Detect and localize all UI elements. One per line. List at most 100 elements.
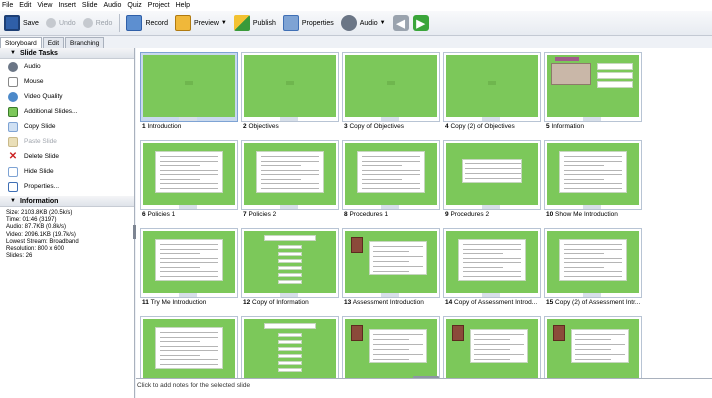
task-video-quality[interactable]: Video Quality xyxy=(0,89,134,104)
undo-button[interactable]: Undo xyxy=(45,18,76,28)
table-line xyxy=(465,178,521,179)
thumbnail-frame xyxy=(443,52,541,122)
slide-thumbnail[interactable]: 15 Copy (2) of Assessment Intr... xyxy=(544,228,642,310)
menu-quiz[interactable]: Quiz xyxy=(127,2,141,9)
menu-help[interactable]: Help xyxy=(176,2,190,9)
slide-label: 15 Copy (2) of Assessment Intr... xyxy=(546,299,642,306)
task-properties[interactable]: Properties... xyxy=(0,179,134,194)
properties-button[interactable]: Properties xyxy=(282,15,334,31)
slide-thumbnail[interactable]: 4 Copy (2) of Objectives xyxy=(443,52,541,134)
text-line xyxy=(564,271,622,272)
slide-label: 7 Policies 2 xyxy=(243,211,339,218)
menu-view[interactable]: View xyxy=(37,2,52,9)
tab-edit[interactable]: Edit xyxy=(42,37,64,48)
slide-tasks-header[interactable]: ▼ Slide Tasks xyxy=(0,48,134,59)
slide-text-box xyxy=(155,151,223,193)
slide-preview xyxy=(345,231,437,293)
task-paste-slide[interactable]: Paste Slide xyxy=(0,134,134,149)
slide-preview xyxy=(345,143,437,205)
slide-preview xyxy=(446,319,538,381)
task-additional-slides[interactable]: Additional Slides... xyxy=(0,104,134,119)
slide-label: 11 Try Me Introduction xyxy=(142,299,238,306)
slide-label: 1 Introduction xyxy=(142,123,238,130)
info-line: Size: 2103.8KB (20.5k/s) xyxy=(6,210,73,216)
toolbar-separator xyxy=(119,14,121,32)
slide-thumbnail[interactable]: 9 Procedures 2 xyxy=(443,140,541,222)
save-label: Save xyxy=(23,19,39,27)
info-line: Time: 01:46 (3197) xyxy=(6,217,57,224)
slide-thumbnail[interactable]: 13 Assessment Introduction xyxy=(342,228,440,310)
slide-thumbnail[interactable]: 5 Information xyxy=(544,52,642,134)
text-line xyxy=(373,334,423,335)
slide-nav-bar xyxy=(381,205,399,209)
slide-tasks-title: Slide Tasks xyxy=(19,49,58,57)
audio-button[interactable]: Audio ▼ xyxy=(340,15,386,31)
record-button[interactable]: Record xyxy=(126,15,168,31)
slide-text-box xyxy=(369,241,427,275)
slide-notes-field[interactable]: Click to add notes for the selected slid… xyxy=(136,378,712,398)
forward-arrow-icon[interactable]: ▶ xyxy=(412,15,429,31)
text-line xyxy=(160,187,218,189)
slide-thumbnail[interactable]: 14 Copy of Assessment Introd... xyxy=(443,228,541,310)
slide-text-box xyxy=(155,327,223,369)
slide-thumbnail[interactable]: 7 Policies 2 xyxy=(241,140,339,222)
slide-number: 2 xyxy=(243,123,247,130)
task-delete-slide[interactable]: ✕ Delete Slide xyxy=(0,149,134,164)
slide-thumbnail[interactable]: 12 Copy of Information xyxy=(241,228,339,310)
slide-thumbnail[interactable]: 6 Policies 1 xyxy=(140,140,238,222)
view-tabs: Storyboard Edit Branching xyxy=(0,37,105,48)
task-copy-slide[interactable]: Copy Slide xyxy=(0,119,134,134)
menu-item-box xyxy=(278,266,302,270)
slide-thumbnail[interactable]: 1 Introduction xyxy=(140,52,238,134)
task-hide-slide[interactable]: Hide Slide xyxy=(0,164,134,179)
text-line xyxy=(373,251,409,252)
tab-storyboard[interactable]: Storyboard xyxy=(0,37,42,48)
menu-insert[interactable]: Insert xyxy=(58,2,76,9)
slide-thumbnail[interactable]: 2 Objectives xyxy=(241,52,339,134)
save-button[interactable]: Save xyxy=(4,15,39,31)
text-line xyxy=(463,257,521,259)
menu-item-box xyxy=(278,245,302,249)
thumbnail-frame xyxy=(544,140,642,210)
information-header[interactable]: ▼ Information xyxy=(0,196,134,207)
thumbnail-frame xyxy=(241,228,339,298)
preview-icon xyxy=(175,15,192,31)
redo-button[interactable]: Redo xyxy=(82,18,112,28)
slide-thumbnail[interactable]: 11 Try Me Introduction xyxy=(140,228,238,310)
slide-preview xyxy=(547,319,639,381)
slide-title: Copy of Information xyxy=(252,299,309,306)
slide-nav-bar xyxy=(280,205,298,209)
slide-thumbnail[interactable]: 10 Show Me Introduction xyxy=(544,140,642,222)
text-line xyxy=(564,169,622,171)
slide-title-box xyxy=(387,81,395,85)
publish-button[interactable]: Publish xyxy=(233,15,276,31)
audio-label: Audio xyxy=(359,19,378,27)
menu-edit[interactable]: Edit xyxy=(19,2,31,9)
publish-icon xyxy=(233,15,250,31)
text-line xyxy=(160,354,200,356)
slide-text-box xyxy=(357,151,425,193)
text-line xyxy=(160,178,200,180)
menu-slide[interactable]: Slide xyxy=(82,2,98,9)
tab-branching[interactable]: Branching xyxy=(65,37,105,48)
slide-image xyxy=(351,237,363,253)
preview-button[interactable]: Preview ▼ xyxy=(175,15,227,31)
thumbnail-frame xyxy=(140,316,238,386)
task-audio[interactable]: Audio xyxy=(0,59,134,74)
slide-thumbnail[interactable]: 8 Procedures 1 xyxy=(342,140,440,222)
menu-project[interactable]: Project xyxy=(148,2,170,9)
text-line xyxy=(474,359,510,360)
text-line xyxy=(261,156,319,157)
slide-thumbnail[interactable]: 3 Copy of Objectives xyxy=(342,52,440,134)
slide-number: 12 xyxy=(243,299,251,306)
menu-audio[interactable]: Audio xyxy=(103,2,121,9)
text-line xyxy=(564,187,622,189)
back-arrow-icon[interactable]: ◀ xyxy=(392,15,409,31)
menu-file[interactable]: File xyxy=(2,2,13,9)
task-mouse[interactable]: Mouse xyxy=(0,74,134,89)
slide-number: 13 xyxy=(344,299,352,306)
save-icon xyxy=(4,15,20,31)
text-line xyxy=(160,271,218,272)
info-line: Resolution: 800 x 600 xyxy=(6,246,65,253)
slide-nav-bar xyxy=(482,205,500,209)
